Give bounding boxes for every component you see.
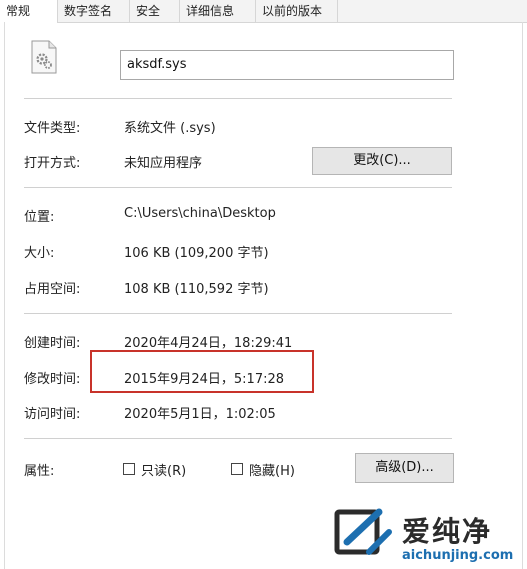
- opens-with-value: 未知应用程序: [124, 156, 203, 171]
- watermark-url: aichunjing.com: [402, 548, 514, 563]
- location-label: 位置:: [24, 210, 55, 225]
- created-label: 创建时间:: [24, 336, 81, 351]
- watermark-logo-icon: [334, 508, 392, 555]
- tab-strip: 常规 数字签名 安全 详细信息 以前的版本: [0, 0, 527, 23]
- accessed-value: 2020年5月1日，1:02:05: [124, 407, 276, 422]
- divider: [24, 313, 452, 314]
- hidden-checkbox[interactable]: [231, 463, 243, 475]
- location-value: C:\Users\china\Desktop: [124, 206, 276, 221]
- divider: [24, 98, 452, 99]
- readonly-label[interactable]: 只读(R): [141, 460, 186, 479]
- tab-details[interactable]: 详细信息: [180, 0, 256, 22]
- readonly-checkbox[interactable]: [123, 463, 135, 475]
- size-on-disk-value: 108 KB (110,592 字节): [124, 282, 269, 297]
- advanced-button[interactable]: 高级(D)...: [355, 453, 454, 483]
- size-value: 106 KB (109,200 字节): [124, 246, 269, 261]
- size-on-disk-label: 占用空间:: [24, 282, 81, 297]
- tab-security[interactable]: 安全: [130, 0, 180, 22]
- created-value: 2020年4月24日，18:29:41: [124, 336, 293, 351]
- hidden-label[interactable]: 隐藏(H): [249, 460, 295, 479]
- tab-previous-versions[interactable]: 以前的版本: [256, 0, 338, 22]
- tab-general[interactable]: 常规: [0, 0, 58, 23]
- accessed-label: 访问时间:: [24, 407, 81, 422]
- tab-digital-signatures[interactable]: 数字签名: [58, 0, 130, 22]
- change-button[interactable]: 更改(C)...: [312, 147, 452, 175]
- file-name-input[interactable]: aksdf.sys: [120, 50, 454, 80]
- opens-with-label: 打开方式:: [24, 156, 81, 171]
- divider: [24, 438, 452, 439]
- divider: [24, 187, 452, 188]
- attributes-label: 属性:: [24, 464, 55, 479]
- watermark-brand: 爱纯净: [402, 515, 493, 548]
- highlight-box: [90, 350, 314, 393]
- file-type-value: 系统文件 (.sys): [124, 121, 216, 136]
- file-type-label: 文件类型:: [24, 121, 81, 136]
- gear-file-icon: [31, 40, 57, 74]
- size-label: 大小:: [24, 246, 55, 261]
- modified-label: 修改时间:: [24, 372, 81, 387]
